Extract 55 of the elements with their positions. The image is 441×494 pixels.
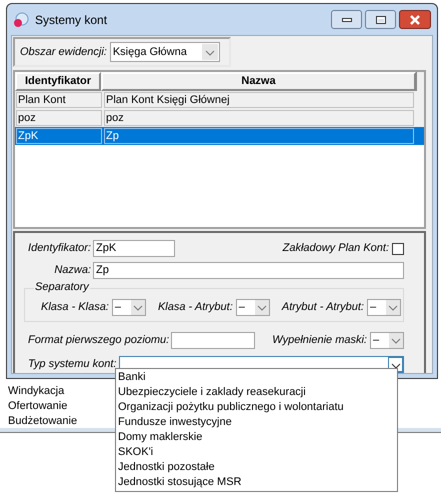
table-cell: Zp: [104, 128, 414, 144]
table-row[interactable]: poz poz: [15, 109, 424, 127]
separator-dropdown[interactable]: –: [112, 298, 146, 316]
table-cell: poz: [104, 110, 414, 126]
menu-item[interactable]: Windykacja: [8, 384, 64, 399]
separators-legend: Separatory: [34, 279, 90, 296]
window-title: Systemy kont: [35, 12, 108, 28]
table-cell: Plan Kont Księgi Głównej: [104, 92, 414, 108]
maximize-button[interactable]: [365, 10, 396, 29]
area-label: Obszar ewidencji:: [20, 44, 107, 60]
identifier-label: Identyfikator:: [27, 241, 91, 256]
name-field[interactable]: Zp: [93, 262, 404, 279]
table-cell: poz: [16, 110, 102, 126]
separator-label: Atrybut - Atrybut:: [282, 300, 364, 315]
list-option[interactable]: Ubezpieczyciele i zaklady reasekuracji: [116, 385, 397, 400]
table-cell: Plan Kont: [16, 92, 102, 108]
format-label: Format pierwszego poziomu:: [28, 333, 170, 348]
table-cell: ZpK: [16, 128, 102, 144]
column-header[interactable]: Nazwa: [101, 72, 416, 91]
app-icon: [13, 12, 29, 28]
list-option[interactable]: Fundusze inwestycyjne: [116, 415, 397, 430]
close-icon: [409, 14, 421, 24]
maximize-icon: [376, 16, 386, 24]
format-field[interactable]: [171, 332, 256, 349]
chevron-down-icon: [130, 300, 145, 314]
account-type-label: Typ systemu kont:: [28, 357, 116, 372]
list-option[interactable]: Jednostki stosujące MSR: [116, 475, 397, 490]
minimize-icon: [342, 18, 352, 22]
default-plan-checkbox[interactable]: [392, 242, 404, 254]
mask-label: Wypełnienie maski:: [272, 333, 367, 348]
chevron-down-icon: [389, 333, 403, 348]
chevron-down-icon: [254, 300, 269, 314]
chevron-down-icon: [386, 300, 400, 314]
menu-item[interactable]: Budżetowanie: [8, 414, 78, 428]
identifier-field[interactable]: ZpK: [93, 240, 175, 257]
separator-label: Klasa - Atrybut:: [158, 300, 233, 315]
menu-item[interactable]: Ofertowanie: [8, 399, 68, 414]
list-option[interactable]: Banki: [116, 370, 397, 385]
area-dropdown[interactable]: Księga Główna: [110, 42, 220, 62]
chevron-down-icon: [202, 44, 218, 60]
list-option[interactable]: Organizacji pożytku publicznego i wolontariatu: [116, 400, 397, 415]
close-button[interactable]: [399, 10, 431, 29]
list-option[interactable]: Jednostki pozostałe: [116, 460, 397, 475]
table-row[interactable]: Plan Kont Plan Kont Księgi Głównej: [15, 91, 424, 109]
list-option[interactable]: Domy maklerskie: [116, 430, 397, 445]
list-option[interactable]: SKOK'i: [116, 445, 397, 460]
name-label: Nazwa:: [53, 263, 91, 278]
mask-dropdown[interactable]: –: [370, 332, 404, 349]
default-plan-label: Zakładowy Plan Kont:: [282, 241, 389, 256]
separator-dropdown[interactable]: –: [366, 298, 401, 316]
separator-label: Klasa - Klasa:: [41, 300, 109, 315]
minimize-button[interactable]: [331, 10, 362, 29]
table-row[interactable]: ZpK Zp: [15, 127, 424, 145]
column-header[interactable]: Identyfikator: [15, 72, 101, 91]
separator-dropdown[interactable]: –: [236, 298, 270, 316]
